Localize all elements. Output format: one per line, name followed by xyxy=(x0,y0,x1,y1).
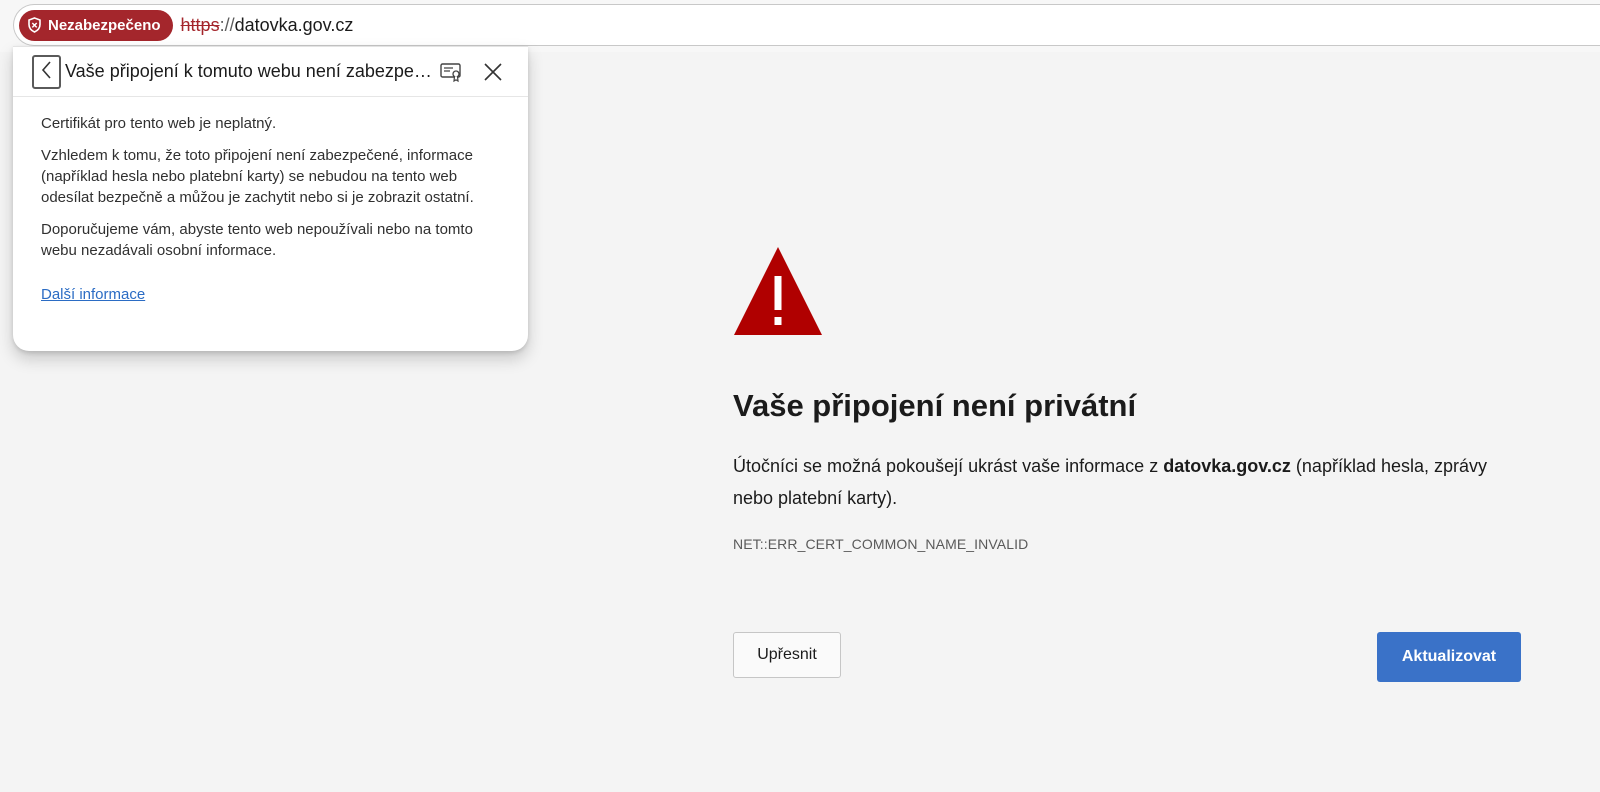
site-info-flyout: Vaše připojení k tomuto webu není zabezp… xyxy=(13,46,528,351)
error-content: Vaše připojení není privátní Útočníci se… xyxy=(733,246,1533,552)
shield-alert-icon xyxy=(27,17,42,33)
flyout-paragraph: Doporučujeme vám, abyste tento web nepou… xyxy=(41,221,473,259)
certificate-button[interactable] xyxy=(439,60,463,89)
flyout-paragraph: Certifikát pro tento web je neplatný. xyxy=(41,115,277,132)
back-button[interactable] xyxy=(32,55,61,89)
url-separator: :// xyxy=(219,14,235,35)
warning-triangle-icon xyxy=(733,246,1533,336)
refresh-button[interactable]: Aktualizovat xyxy=(1377,632,1521,682)
flyout-paragraph: Vzhledem k tomu, že toto připojení není … xyxy=(41,147,474,206)
close-icon xyxy=(481,63,505,88)
flyout-body: Certifikát pro tento web je neplatný. Vz… xyxy=(13,97,528,305)
security-status-button[interactable]: Nezabezpečeno xyxy=(19,9,173,41)
page-title: Vaše připojení není privátní xyxy=(733,388,1137,423)
flyout-title: Vaše připojení k tomuto webu není zabezp… xyxy=(65,61,435,81)
url-host: datovka.gov.cz xyxy=(234,14,354,35)
url-scheme: https xyxy=(180,14,220,35)
error-description: Útočníci se možná pokoušejí ukrást vaše … xyxy=(733,450,1513,514)
browser-toolbar: Nezabezpečeno https://datovka.gov.cz xyxy=(0,0,1600,52)
url-text[interactable]: https://datovka.gov.cz xyxy=(181,15,354,36)
flyout-header: Vaše připojení k tomuto webu není zabezp… xyxy=(13,47,528,97)
chevron-left-icon xyxy=(41,60,53,85)
advanced-button[interactable]: Upřesnit xyxy=(733,632,841,678)
security-status-label: Nezabezpečeno xyxy=(48,16,161,34)
description-text: Útočníci se možná pokoušejí ukrást vaše … xyxy=(733,456,1164,476)
error-code: NET::ERR_CERT_COMMON_NAME_INVALID xyxy=(733,536,1029,552)
certificate-icon xyxy=(439,63,463,88)
close-button[interactable] xyxy=(481,60,505,89)
description-host: datovka.gov.cz xyxy=(1163,456,1291,476)
address-bar[interactable]: Nezabezpečeno https://datovka.gov.cz xyxy=(13,4,1600,46)
more-info-link[interactable]: Další informace xyxy=(41,284,145,305)
